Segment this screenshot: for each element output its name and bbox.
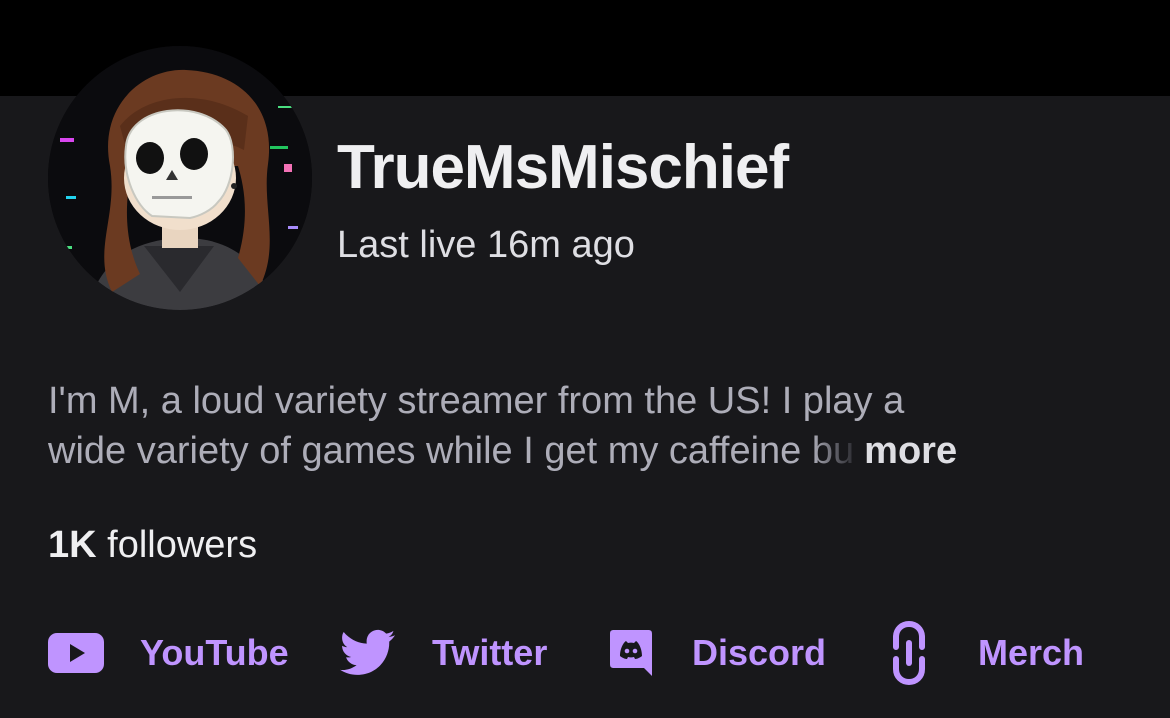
channel-bio: I'm M, a loud variety streamer from the … [48,376,1138,476]
followers-number: 1K [48,524,97,566]
bio-text: wide variety of games while I get my caf… [48,430,812,472]
bio-line-1: I'm M, a loud variety streamer from the … [48,380,905,422]
last-live-status: Last live 16m ago [337,224,635,266]
followers-count: 1K followers [48,524,257,567]
bio-line-2: wide variety of games while I get my caf… [48,426,1138,476]
social-link-discord[interactable]: Discord [608,620,826,686]
twitter-icon [340,629,396,677]
social-link-label: Discord [692,632,827,673]
avatar-image [48,46,312,310]
bio-more-button[interactable]: more [864,430,957,472]
bio-truncated-text: bu [811,430,855,472]
social-link-merch[interactable]: Merch [888,620,1084,686]
discord-icon [608,628,654,678]
channel-name: TrueMsMischief [337,133,789,202]
social-link-label: YouTube [140,632,289,673]
social-link-twitter[interactable]: Twitter [340,620,547,686]
followers-label: followers [96,524,258,566]
social-link-label: Merch [978,632,1085,673]
merch-link-icon [888,621,930,685]
social-link-youtube[interactable]: YouTube [48,620,289,686]
avatar[interactable] [48,46,312,310]
social-link-label: Twitter [432,632,548,673]
youtube-icon [48,633,104,673]
